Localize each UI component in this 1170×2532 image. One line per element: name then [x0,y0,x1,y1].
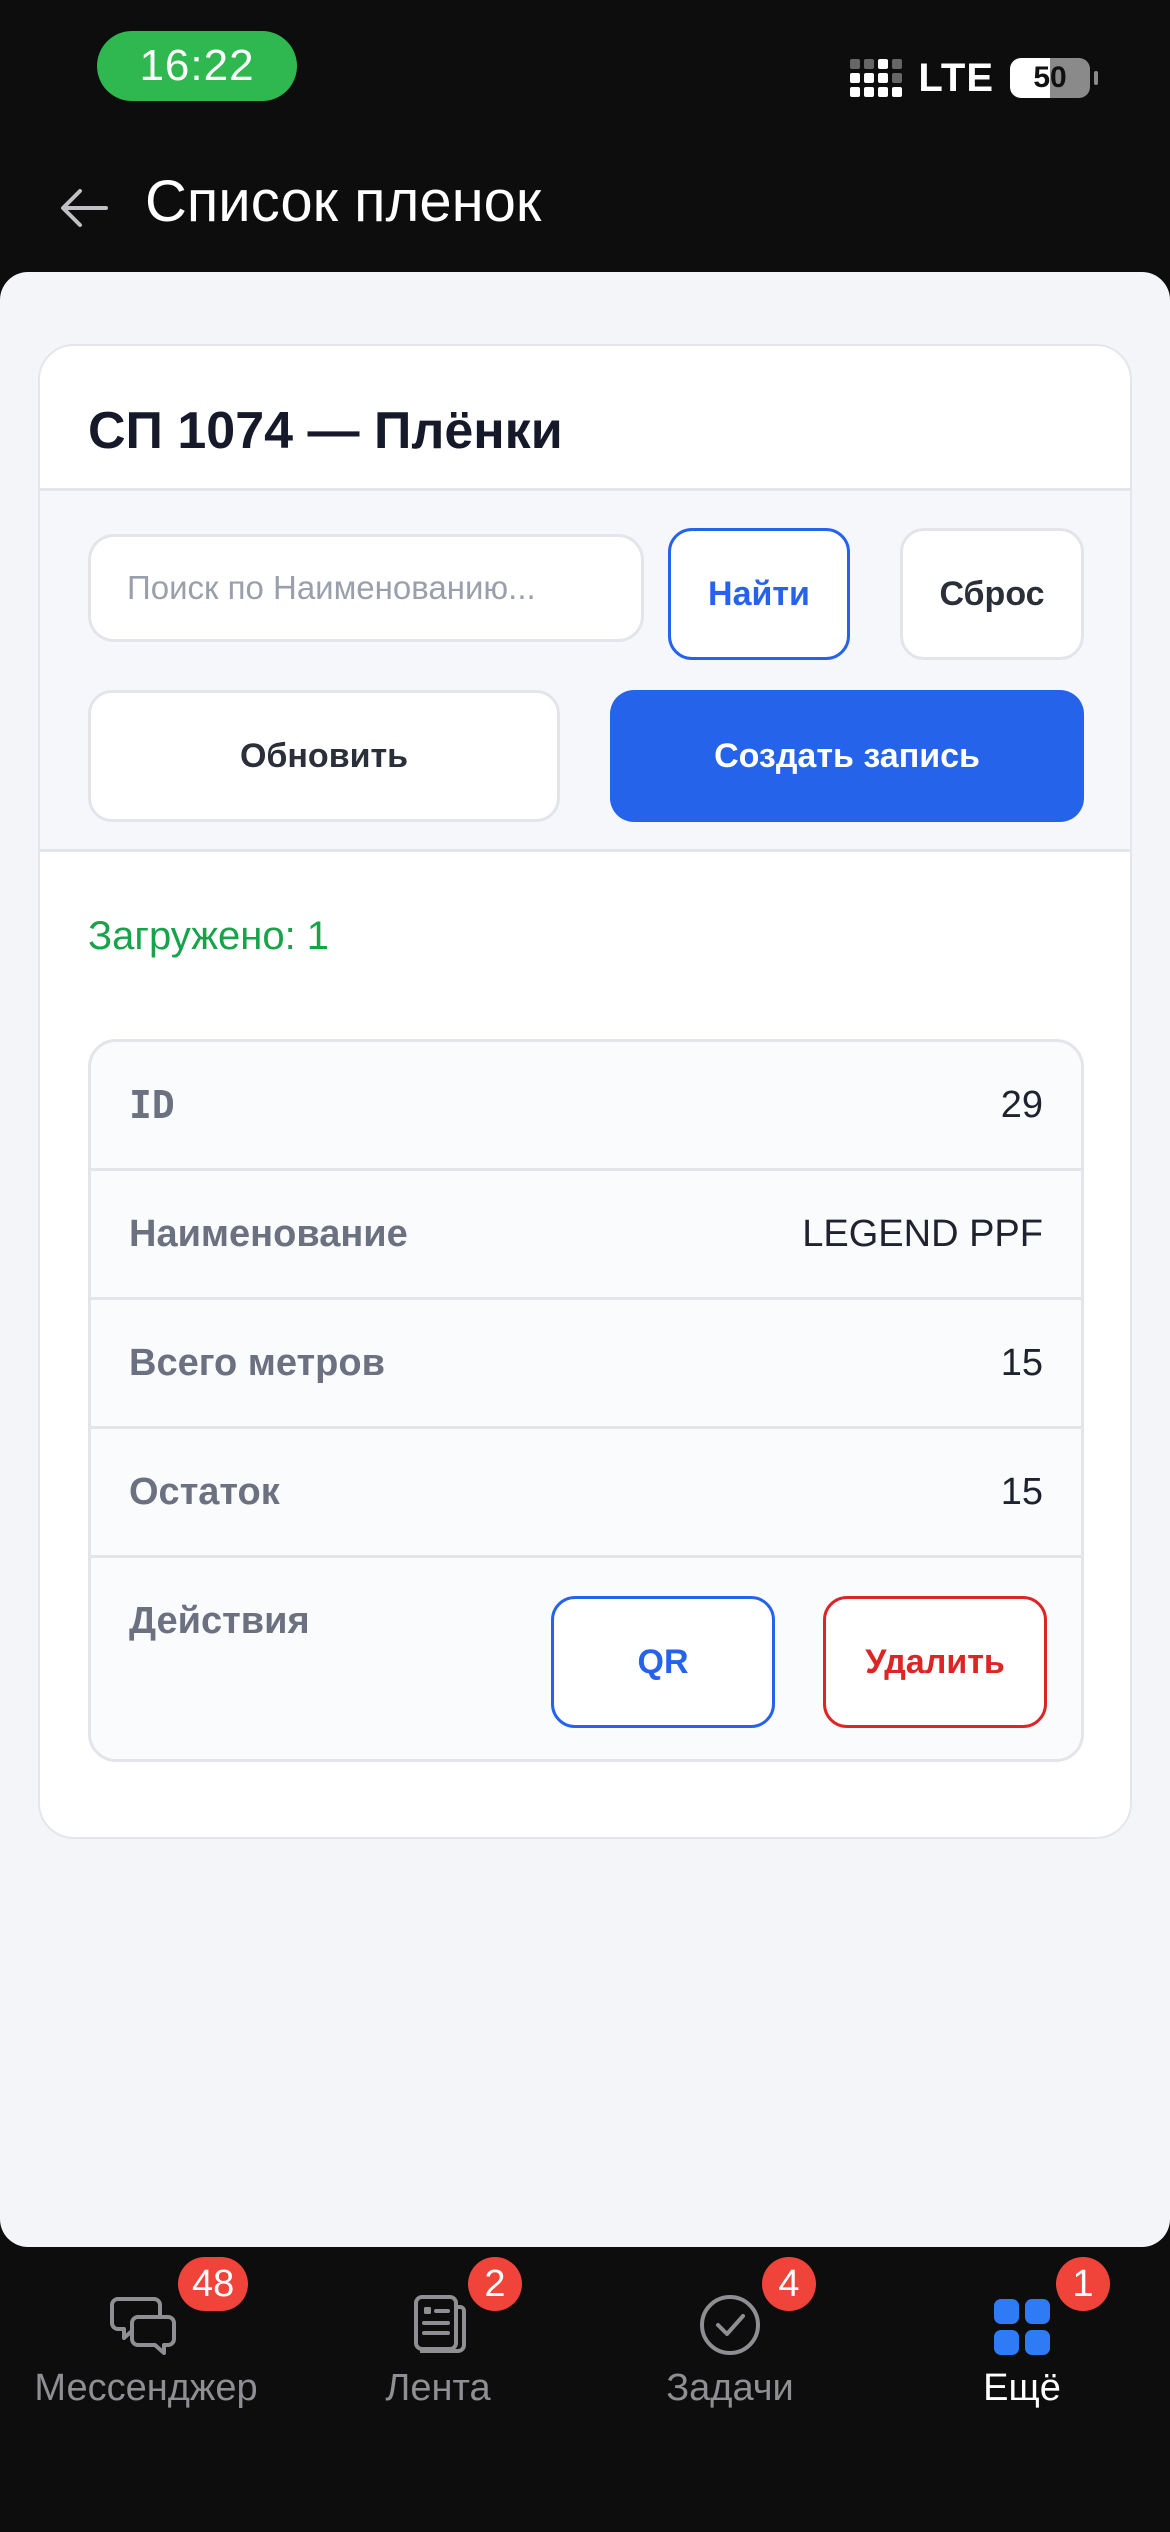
tab-bar: 48 Мессенджер 2 Лента 4 Задачи 1 Ещё [0,2247,1170,2532]
network-type: LTE [918,55,994,100]
tab-more[interactable]: 1 Ещё [876,2247,1168,2532]
badge: 1 [1056,2257,1110,2311]
delete-button[interactable]: Удалить [823,1596,1047,1728]
search-input[interactable] [88,534,644,642]
record-value: 15 [1000,1342,1043,1384]
refresh-button[interactable]: Обновить [88,690,560,822]
badge: 48 [178,2257,249,2311]
loaded-count: Загружено: 1 [88,914,330,958]
check-circle-icon [690,2283,770,2363]
status-time: 16:22 [97,31,297,101]
record-value: 15 [1000,1471,1043,1513]
tab-label: Ещё [983,2367,1061,2409]
tab-label: Задачи [666,2367,794,2409]
actions-label: Действия [129,1600,310,1642]
tab-feed[interactable]: 2 Лента [292,2247,584,2532]
create-record-button[interactable]: Создать запись [610,690,1084,822]
record-row-id: ID 29 [91,1042,1081,1171]
films-card: СП 1074 — Плёнки Найти Сброс Обновить Со… [38,344,1132,1839]
status-indicators: LTE 50 [850,50,1098,106]
tab-tasks[interactable]: 4 Задачи [584,2247,876,2532]
card-title: СП 1074 — Плёнки [88,402,563,460]
tab-label: Мессенджер [34,2367,258,2409]
record-label: Остаток [129,1471,280,1513]
record-value: LEGEND PPF [802,1213,1043,1255]
screen: 16:22 LTE 50 Список пленок СП 1074 — Плё… [0,0,1170,2532]
record-row-actions: Действия QR Удалить [91,1558,1081,1758]
tab-messenger[interactable]: 48 Мессенджер [0,2247,292,2532]
record-row-name: Наименование LEGEND PPF [91,1171,1081,1300]
reset-button[interactable]: Сброс [900,528,1084,660]
battery-icon: 50 [1010,58,1098,98]
record-item: ID 29 Наименование LEGEND PPF Всего метр… [88,1039,1084,1762]
record-label: Всего метров [129,1342,385,1384]
grid-icon [982,2283,1062,2363]
arrow-left-icon[interactable] [56,180,112,236]
record-value: 29 [1000,1084,1043,1126]
record-row-remainder: Остаток 15 [91,1429,1081,1558]
signal-icon [850,59,903,97]
tab-label: Лента [385,2367,491,2409]
chat-bubbles-icon [106,2283,186,2363]
battery-level: 50 [1033,61,1067,94]
badge: 2 [468,2257,522,2311]
qr-button[interactable]: QR [551,1596,775,1728]
filter-panel: Найти Сброс Обновить Создать запись [40,488,1130,852]
badge: 4 [762,2257,816,2311]
find-button[interactable]: Найти [668,528,850,660]
record-row-total-meters: Всего метров 15 [91,1300,1081,1429]
feed-icon [398,2283,478,2363]
page-title: Список пленок [145,169,542,234]
record-label: ID [129,1083,175,1127]
record-label: Наименование [129,1213,408,1255]
content-area: СП 1074 — Плёнки Найти Сброс Обновить Со… [0,272,1170,2247]
